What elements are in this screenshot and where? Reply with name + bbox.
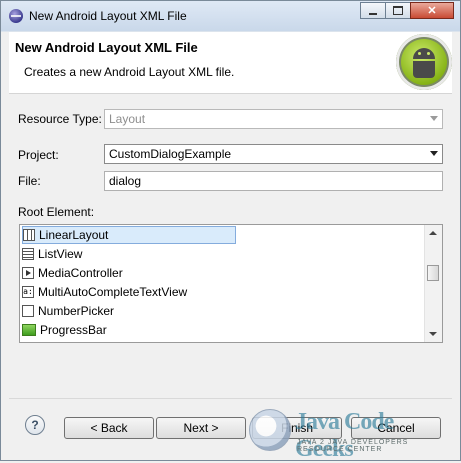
media-controller-icon xyxy=(22,267,34,279)
resource-type-combo[interactable]: Layout xyxy=(104,109,443,129)
list-item[interactable]: LinearLayout xyxy=(22,226,236,244)
list-item-label: ProgressBar xyxy=(40,323,107,337)
help-button[interactable]: ? xyxy=(25,415,45,435)
project-label: Project: xyxy=(18,148,59,162)
resource-type-value: Layout xyxy=(109,112,146,126)
project-combo[interactable]: CustomDialogExample xyxy=(104,144,443,164)
footer-divider xyxy=(9,398,452,399)
android-body xyxy=(413,61,435,78)
number-picker-icon xyxy=(22,305,34,317)
wizard-header: New Android Layout XML File Creates a ne… xyxy=(9,32,452,94)
file-input[interactable]: dialog xyxy=(104,171,443,191)
root-element-label: Root Element: xyxy=(18,205,95,219)
chevron-down-icon xyxy=(430,116,438,121)
android-eye-right xyxy=(427,52,430,55)
list-item-label: MediaController xyxy=(38,266,123,280)
resource-type-label: Resource Type: xyxy=(18,112,102,126)
project-value: CustomDialogExample xyxy=(109,147,232,161)
window-title: New Android Layout XML File xyxy=(29,9,187,23)
scroll-down-arrow-icon[interactable] xyxy=(429,332,437,336)
list-item[interactable]: MediaController xyxy=(22,264,123,282)
watermark-tagline: JAVA 2 JAVA DEVELOPERS RESOURCE CENTER xyxy=(297,439,409,453)
list-item[interactable]: a: MultiAutoCompleteTextView xyxy=(22,283,187,301)
progress-bar-icon xyxy=(22,324,36,336)
dialog-window: New Android Layout XML File ✕ New Androi… xyxy=(0,0,461,462)
linear-layout-icon xyxy=(23,229,35,241)
android-eye-left xyxy=(418,52,421,55)
list-item-label: NumberPicker xyxy=(38,304,115,318)
maximize-button[interactable] xyxy=(385,2,411,19)
list-scrollbar[interactable] xyxy=(424,225,442,342)
next-button[interactable]: Next > xyxy=(156,417,246,439)
file-value: dialog xyxy=(109,174,142,188)
back-button[interactable]: < Back xyxy=(64,417,154,439)
list-item-label: ListView xyxy=(38,247,83,261)
title-bar: New Android Layout XML File ✕ xyxy=(1,1,460,31)
finish-button[interactable]: Finish xyxy=(252,417,342,439)
android-head xyxy=(413,48,435,59)
android-logo-icon xyxy=(396,34,452,90)
cancel-button[interactable]: Cancel xyxy=(351,417,441,439)
list-item[interactable]: NumberPicker xyxy=(22,302,114,320)
list-item[interactable]: ProgressBar xyxy=(22,321,107,339)
list-item-label: LinearLayout xyxy=(39,228,109,242)
list-view-icon xyxy=(22,248,34,260)
scroll-thumb[interactable] xyxy=(427,265,439,281)
list-item[interactable]: ListView xyxy=(22,245,82,263)
wizard-description: Creates a new Android Layout XML file. xyxy=(24,65,235,79)
scroll-up-arrow-icon[interactable] xyxy=(429,231,437,235)
window-controls: ✕ xyxy=(360,2,454,20)
chevron-down-icon xyxy=(430,151,438,156)
wizard-title: New Android Layout XML File xyxy=(15,40,198,55)
close-button[interactable]: ✕ xyxy=(410,2,454,19)
list-item-label: MultiAutoCompleteTextView xyxy=(38,285,188,299)
root-element-list[interactable]: LinearLayout ListView MediaController a:… xyxy=(19,224,443,343)
eclipse-icon xyxy=(9,9,23,23)
minimize-button[interactable] xyxy=(360,2,386,19)
file-label: File: xyxy=(18,174,41,188)
multi-autocomplete-icon: a: xyxy=(22,286,34,298)
